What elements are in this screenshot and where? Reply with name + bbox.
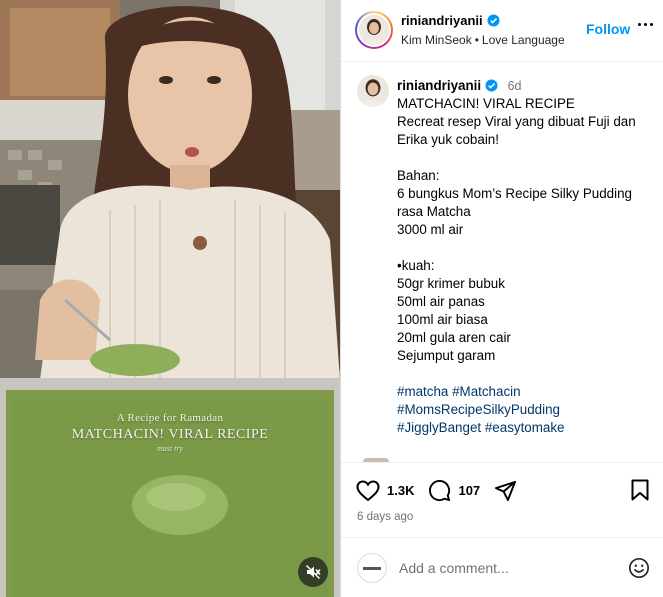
like-button[interactable]: 1.3K	[356, 479, 414, 502]
more-options-icon[interactable]	[638, 23, 653, 26]
hashtag-row: #JigglyBanget #easytomake	[397, 419, 655, 437]
caption-line: 50gr krimer bubuk	[397, 276, 505, 291]
hashtag-row: #matcha #Matchacin	[397, 383, 655, 401]
header-username-row: riniandriyanii	[401, 13, 500, 28]
hashtag-link[interactable]: #easytomake	[485, 420, 565, 435]
like-count[interactable]: 1.3K	[387, 483, 414, 498]
caption-line: •kuah:	[397, 258, 435, 273]
post-date[interactable]: 6 days ago	[357, 511, 413, 523]
audio-title: Love Language	[481, 33, 565, 47]
comment-bubble-icon	[429, 480, 451, 502]
caption-line: rasa Matcha	[397, 204, 471, 219]
hashtag-row: #MomsRecipeSilkyPudding	[397, 401, 655, 419]
caption-line: Bahan:	[397, 168, 440, 183]
caption-text: riniandriyanii 6d MATCHACIN! VIRAL RECIP…	[397, 77, 655, 437]
comment-count[interactable]: 107	[458, 483, 480, 498]
bookmark-icon	[631, 479, 649, 501]
save-button[interactable]	[631, 479, 649, 506]
caption-line: MATCHACIN! VIRAL RECIPE	[397, 96, 575, 111]
action-bar: 1.3K 107 6 days ago	[341, 462, 663, 536]
mute-button[interactable]	[298, 557, 328, 587]
comment-input[interactable]	[399, 557, 609, 579]
audio-separator: •	[474, 33, 479, 47]
video-overlay-subtitle: A Recipe for Ramadan	[116, 412, 224, 424]
audio-info[interactable]: Kim MinSeok • Love Language	[401, 33, 565, 47]
video-frame	[0, 0, 340, 597]
hashtag-link[interactable]: #JigglyBanget	[397, 420, 481, 435]
post-panel: riniandriyanii Kim MinSeok • Love Language…	[340, 0, 663, 597]
caption-username[interactable]: riniandriyanii	[397, 78, 481, 93]
current-user-avatar	[357, 553, 387, 583]
caption-line: Sejumput garam	[397, 348, 496, 363]
video-overlay-small: must try	[157, 444, 183, 453]
header-username[interactable]: riniandriyanii	[401, 13, 483, 28]
heart-icon	[356, 479, 380, 501]
hashtag-link[interactable]: #matcha	[397, 384, 448, 399]
follow-button[interactable]: Follow	[586, 21, 630, 37]
paper-plane-icon	[495, 480, 517, 501]
caption-timestamp[interactable]: 6d	[508, 79, 522, 93]
avatar-image	[359, 15, 389, 45]
caption-line: 3000 ml air	[397, 222, 464, 237]
caption-avatar[interactable]	[357, 75, 389, 107]
caption-line: 20ml gula aren cair	[397, 330, 511, 345]
caption-section: riniandriyanii 6d MATCHACIN! VIRAL RECIP…	[341, 63, 663, 459]
emoji-button[interactable]	[628, 557, 650, 584]
caption-line: 50ml air panas	[397, 294, 485, 309]
avatar	[359, 15, 389, 45]
hashtag-link[interactable]: #MomsRecipeSilkyPudding	[397, 402, 560, 417]
hashtag-link[interactable]: #Matchacin	[452, 384, 520, 399]
comment-button[interactable]: 107	[428, 479, 480, 502]
audio-artist: Kim MinSeok	[401, 33, 472, 47]
caption-avatar-image	[357, 75, 389, 107]
reel-video[interactable]: A Recipe for Ramadan MATCHACIN! VIRAL RE…	[0, 0, 340, 597]
verified-badge-icon	[485, 79, 498, 92]
post-header: riniandriyanii Kim MinSeok • Love Language…	[341, 0, 663, 62]
video-overlay-title: MATCHACIN! VIRAL RECIPE	[71, 427, 269, 442]
caption-line: Erika yuk cobain!	[397, 132, 499, 147]
speaker-muted-icon	[306, 565, 321, 579]
smiley-face-icon	[629, 558, 649, 578]
story-ring[interactable]	[355, 11, 393, 49]
caption-line: 100ml air biasa	[397, 312, 488, 327]
verified-badge-icon	[487, 14, 500, 27]
caption-line: Recreat resep Viral yang dibuat Fuji dan	[397, 114, 636, 129]
comment-composer	[341, 537, 663, 597]
caption-line: 6 bungkus Mom’s Recipe Silky Pudding	[397, 186, 632, 201]
share-button[interactable]	[494, 480, 517, 502]
